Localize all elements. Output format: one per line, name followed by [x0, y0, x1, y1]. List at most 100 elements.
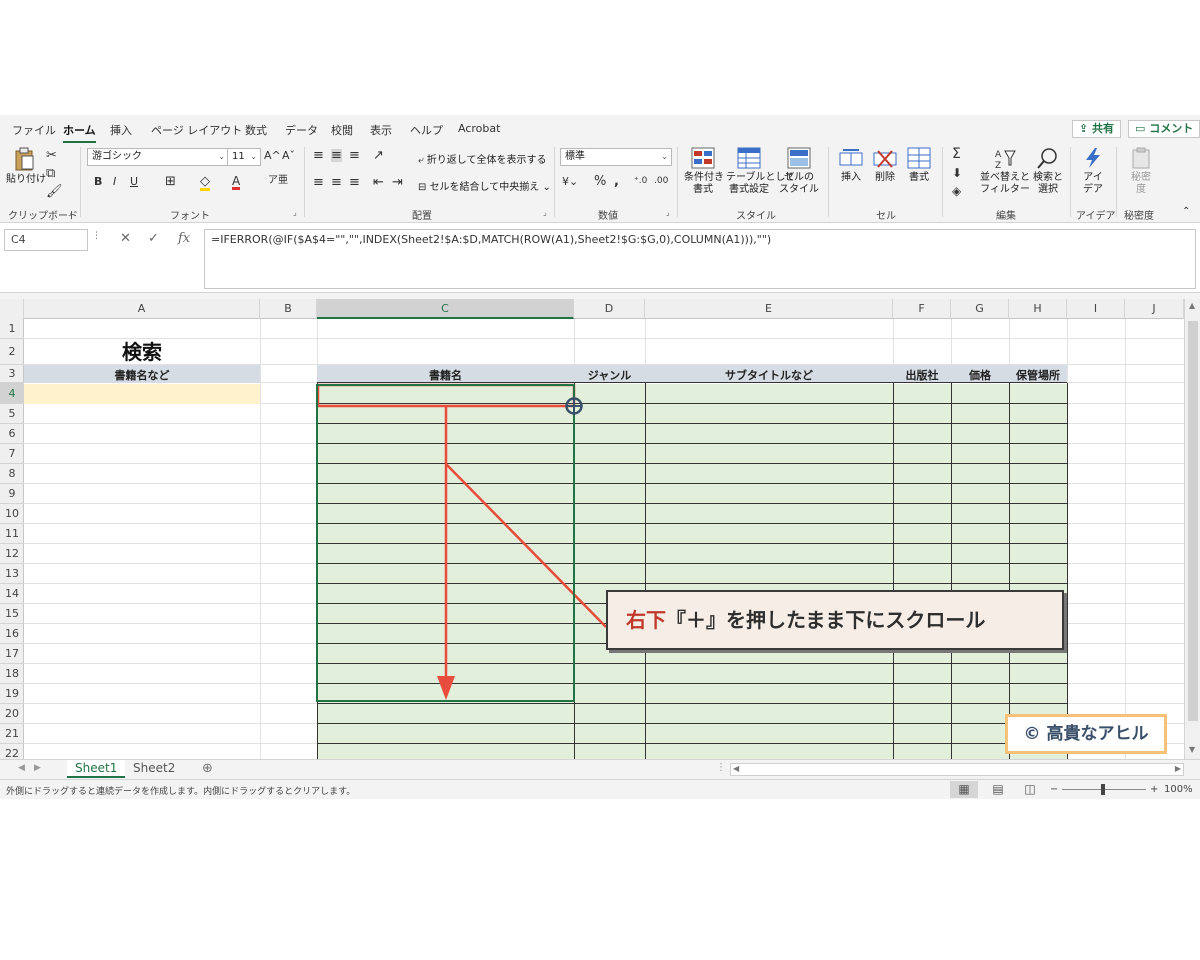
row-header[interactable]: 3: [0, 365, 24, 383]
increase-indent-icon[interactable]: ⇥: [392, 176, 403, 189]
column-header[interactable]: G: [951, 299, 1009, 319]
align-left-icon[interactable]: ≡: [313, 176, 324, 189]
dialog-launcher-icon[interactable]: ⌟: [666, 208, 670, 217]
clear-icon[interactable]: ◈: [952, 185, 961, 197]
borders-icon[interactable]: ⊞: [165, 175, 176, 188]
scroll-down-icon[interactable]: ▼: [1189, 745, 1195, 754]
scroll-left-icon[interactable]: ◀: [733, 764, 739, 773]
align-top-icon[interactable]: ≡: [313, 149, 324, 162]
column-header[interactable]: E: [645, 299, 893, 319]
row-header[interactable]: 17: [0, 644, 24, 664]
cut-icon[interactable]: ✂: [46, 149, 57, 162]
tab-review[interactable]: 校閲: [331, 122, 353, 138]
vertical-scrollbar[interactable]: ▲ ▼: [1184, 299, 1200, 759]
paste-button[interactable]: 貼り付け: [6, 147, 46, 186]
select-all-corner[interactable]: [0, 299, 24, 319]
sheet-tab-sheet2[interactable]: Sheet2: [125, 760, 183, 778]
sensitivity-button[interactable]: 秘密度: [1126, 147, 1156, 196]
increase-font-icon[interactable]: A^: [264, 150, 281, 161]
number-format-select[interactable]: 標準 ⌄: [560, 148, 672, 166]
dialog-launcher-icon[interactable]: ⌟: [543, 208, 547, 217]
fill-color-icon[interactable]: ◇: [200, 175, 210, 191]
insert-cells-button[interactable]: 挿入: [836, 147, 866, 184]
page-layout-view-icon[interactable]: ▤: [984, 781, 1012, 798]
underline-icon[interactable]: U: [130, 176, 138, 187]
scroll-thumb[interactable]: [1188, 321, 1198, 721]
row-header[interactable]: 15: [0, 604, 24, 624]
row-header[interactable]: 18: [0, 664, 24, 684]
scroll-right-icon[interactable]: ▶: [1175, 764, 1181, 773]
tab-view[interactable]: 表示: [370, 122, 392, 138]
tab-insert[interactable]: 挿入: [110, 122, 132, 138]
column-header-selected[interactable]: C: [317, 299, 574, 319]
row-header[interactable]: 4: [0, 383, 24, 404]
scroll-up-icon[interactable]: ▲: [1189, 301, 1195, 310]
currency-icon[interactable]: ¥⌄: [562, 176, 578, 187]
row-header[interactable]: 19: [0, 684, 24, 704]
normal-view-icon[interactable]: ▦: [950, 781, 978, 798]
decrease-font-icon[interactable]: Aˇ: [282, 150, 295, 161]
format-painter-icon[interactable]: 🖌: [46, 185, 63, 198]
wrap-text-button[interactable]: ⤶ 折り返して全体を表示する: [418, 151, 546, 166]
fill-icon[interactable]: ⬇: [952, 167, 962, 179]
tab-home[interactable]: ホーム: [63, 122, 96, 143]
collapse-ribbon-icon[interactable]: ⌃: [1182, 207, 1190, 217]
font-color-icon[interactable]: A: [232, 175, 241, 190]
conditional-formatting-button[interactable]: 条件付き 書式: [684, 147, 724, 196]
bold-icon[interactable]: B: [94, 176, 102, 187]
column-header[interactable]: J: [1125, 299, 1184, 319]
phonetic-icon[interactable]: ア亜: [268, 176, 288, 186]
column-header[interactable]: A: [24, 299, 260, 319]
increase-decimal-icon[interactable]: ⁺.0: [634, 177, 647, 186]
decrease-indent-icon[interactable]: ⇤: [373, 176, 384, 189]
add-sheet-icon[interactable]: ⊕: [202, 761, 213, 776]
row-header[interactable]: 1: [0, 319, 24, 339]
share-button[interactable]: ⇪ 共有: [1072, 120, 1122, 138]
search-input-cell[interactable]: [24, 384, 260, 404]
italic-icon[interactable]: I: [113, 176, 116, 187]
font-size-select[interactable]: 11 ⌄: [227, 148, 261, 166]
row-header[interactable]: 16: [0, 624, 24, 644]
ideas-button[interactable]: アイ デア: [1078, 147, 1108, 196]
zoom-in-icon[interactable]: +: [1150, 784, 1158, 795]
name-box[interactable]: C4: [4, 229, 88, 251]
tab-file[interactable]: ファイル: [12, 122, 56, 138]
page-break-view-icon[interactable]: ◫: [1016, 781, 1044, 798]
row-header[interactable]: 13: [0, 564, 24, 584]
row-header[interactable]: 5: [0, 404, 24, 424]
row-header[interactable]: 21: [0, 724, 24, 744]
row-header[interactable]: 6: [0, 424, 24, 444]
horizontal-scrollbar[interactable]: ◀ ▶: [730, 763, 1184, 776]
tab-acrobat[interactable]: Acrobat: [458, 122, 500, 135]
tab-data[interactable]: データ: [285, 122, 318, 138]
comma-icon[interactable]: ,: [614, 175, 619, 188]
font-name-select[interactable]: 游ゴシック ⌄: [87, 148, 229, 166]
zoom-out-icon[interactable]: −: [1050, 784, 1058, 795]
cell-styles-button[interactable]: セルの スタイル: [778, 147, 820, 196]
row-header[interactable]: 12: [0, 544, 24, 564]
format-as-table-button[interactable]: テーブルとして 書式設定: [726, 147, 795, 196]
row-header[interactable]: 11: [0, 524, 24, 544]
dialog-launcher-icon[interactable]: ⌟: [68, 208, 72, 217]
dialog-launcher-icon[interactable]: ⌟: [293, 208, 297, 217]
sort-filter-button[interactable]: AZ 並べ替えと フィルター: [980, 147, 1030, 196]
orientation-icon[interactable]: ↗: [373, 149, 384, 162]
tab-page-layout[interactable]: ページ レイアウト: [151, 122, 242, 138]
align-right-icon[interactable]: ≡: [349, 176, 360, 189]
zoom-slider-thumb[interactable]: [1101, 784, 1105, 795]
tab-help[interactable]: ヘルプ: [410, 122, 443, 138]
percent-icon[interactable]: %: [594, 175, 606, 188]
comment-button[interactable]: ▭ コメント: [1128, 120, 1200, 138]
tab-splitter-icon[interactable]: ⋮: [716, 762, 726, 773]
row-header[interactable]: 9: [0, 484, 24, 504]
align-middle-icon[interactable]: ≡: [331, 149, 342, 162]
autosum-icon[interactable]: Σ: [952, 147, 961, 161]
row-header[interactable]: 10: [0, 504, 24, 524]
align-bottom-icon[interactable]: ≡: [349, 149, 360, 162]
decrease-decimal-icon[interactable]: .00: [654, 177, 668, 186]
delete-cells-button[interactable]: 削除: [870, 147, 900, 184]
row-header[interactable]: 2: [0, 339, 24, 365]
tab-formulas[interactable]: 数式: [245, 122, 267, 138]
find-select-button[interactable]: 検索と 選択: [1030, 147, 1066, 196]
sheet-tab-sheet1[interactable]: Sheet1: [67, 760, 126, 778]
